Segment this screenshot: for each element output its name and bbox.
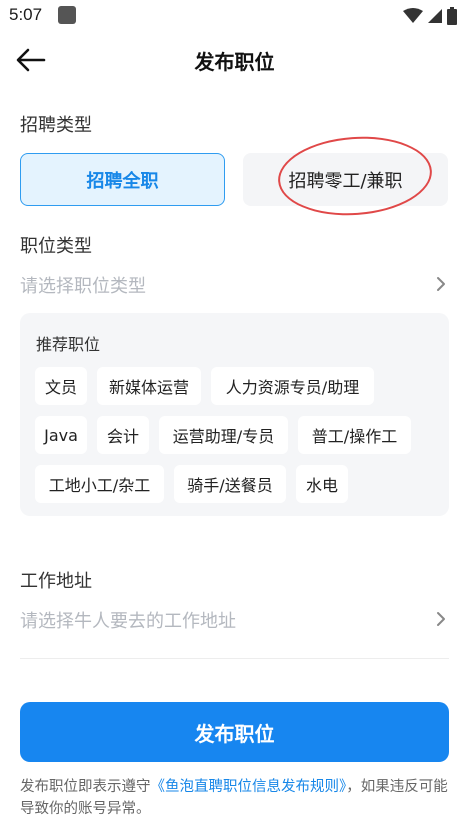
tag-site-laborer[interactable]: 工地小工/杂工	[35, 465, 164, 503]
recommend-title: 推荐职位	[36, 335, 101, 354]
battery-icon	[447, 7, 457, 25]
tag-accountant[interactable]: 会计	[97, 416, 149, 454]
tag-rider[interactable]: 骑手/送餐员	[174, 465, 286, 503]
tag-hr-assistant[interactable]: 人力资源专员/助理	[211, 367, 374, 405]
tag-general-worker[interactable]: 普工/操作工	[298, 416, 411, 454]
part-time-label: 招聘零工/兼职	[288, 170, 403, 192]
full-time-label: 招聘全职	[86, 170, 159, 192]
work-address-label: 工作地址	[20, 571, 92, 592]
status-bar: 5:07	[0, 0, 469, 34]
chevron-right-icon	[437, 612, 445, 626]
chevron-right-icon	[437, 277, 445, 291]
job-type-placeholder: 请选择职位类型	[20, 276, 146, 297]
full-time-button[interactable]: 招聘全职	[20, 153, 225, 206]
part-time-button[interactable]: 招聘零工/兼职	[243, 153, 448, 206]
recruit-type-label: 招聘类型	[20, 115, 92, 136]
rules-link[interactable]: 《鱼泡直聘职位信息发布规则》	[151, 779, 347, 795]
recommend-card: 推荐职位 文员 新媒体运营 人力资源专员/助理 Java 会计 运营助理/专员 …	[20, 313, 449, 516]
page-title: 发布职位	[194, 50, 275, 74]
job-type-label: 职位类型	[20, 236, 92, 257]
signal-icon	[428, 9, 442, 23]
tag-java[interactable]: Java	[35, 416, 87, 454]
header: 发布职位	[0, 34, 469, 86]
submit-label: 发布职位	[194, 721, 275, 746]
status-icons	[403, 6, 457, 26]
submit-button[interactable]: 发布职位	[20, 702, 449, 762]
tag-new-media[interactable]: 新媒体运营	[97, 367, 201, 405]
wifi-icon	[403, 8, 423, 23]
tag-clerk[interactable]: 文员	[35, 367, 87, 405]
work-address-placeholder: 请选择牛人要去的工作地址	[20, 611, 236, 632]
tag-operations-assistant[interactable]: 运营助理/专员	[159, 416, 288, 454]
job-type-selector[interactable]: 请选择职位类型	[20, 268, 449, 300]
agreement-prefix: 发布职位即表示遵守	[20, 779, 151, 795]
work-address-selector[interactable]: 请选择牛人要去的工作地址	[20, 603, 449, 635]
app-notification-icon	[58, 6, 76, 24]
divider	[20, 658, 449, 659]
tag-plumber-electrician[interactable]: 水电	[296, 465, 348, 503]
agreement-text: 发布职位即表示遵守《鱼泡直聘职位信息发布规则》，如果违反可能导致你的账号异常。	[20, 776, 452, 820]
status-time: 5:07	[9, 5, 43, 24]
